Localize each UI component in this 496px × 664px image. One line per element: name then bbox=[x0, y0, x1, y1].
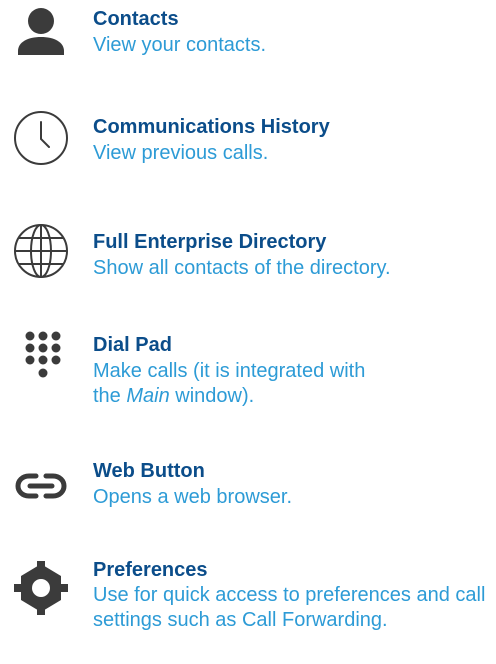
item-description: Make calls (it is integrated with the Ma… bbox=[93, 360, 366, 407]
gear-icon bbox=[14, 561, 68, 615]
feature-item-contacts: Contacts View your contacts. bbox=[0, 0, 496, 80]
item-title: Web Button bbox=[93, 460, 205, 482]
item-title: Preferences bbox=[93, 559, 208, 581]
globe-icon bbox=[14, 224, 68, 278]
feature-item-preferences: Preferences Use for quick access to pref… bbox=[0, 555, 496, 664]
main-window-emphasis: Main bbox=[126, 385, 170, 407]
item-description: View previous calls. bbox=[93, 142, 269, 164]
clock-icon bbox=[14, 111, 68, 165]
item-title: Dial Pad bbox=[93, 334, 172, 356]
item-description: Show all contacts of the directory. bbox=[93, 257, 391, 279]
item-description: Opens a web browser. bbox=[93, 486, 292, 508]
item-title: Full Enterprise Directory bbox=[93, 231, 327, 253]
link-icon bbox=[15, 473, 67, 499]
item-description: Use for quick access to preferences and … bbox=[93, 584, 486, 631]
item-description: View your contacts. bbox=[93, 34, 267, 56]
feature-item-full-enterprise-directory: Full Enterprise Directory Show all conta… bbox=[0, 210, 496, 300]
person-icon bbox=[18, 8, 64, 55]
feature-item-web-button: Web Button Opens a web browser. bbox=[0, 455, 496, 535]
feature-item-dial-pad: Dial Pad Make calls (it is integrated wi… bbox=[0, 330, 496, 440]
dialpad-icon bbox=[25, 331, 61, 378]
item-title: Contacts bbox=[93, 8, 179, 30]
feature-item-communications-history: Communications History View previous cal… bbox=[0, 100, 496, 190]
item-title: Communications History bbox=[93, 116, 330, 138]
